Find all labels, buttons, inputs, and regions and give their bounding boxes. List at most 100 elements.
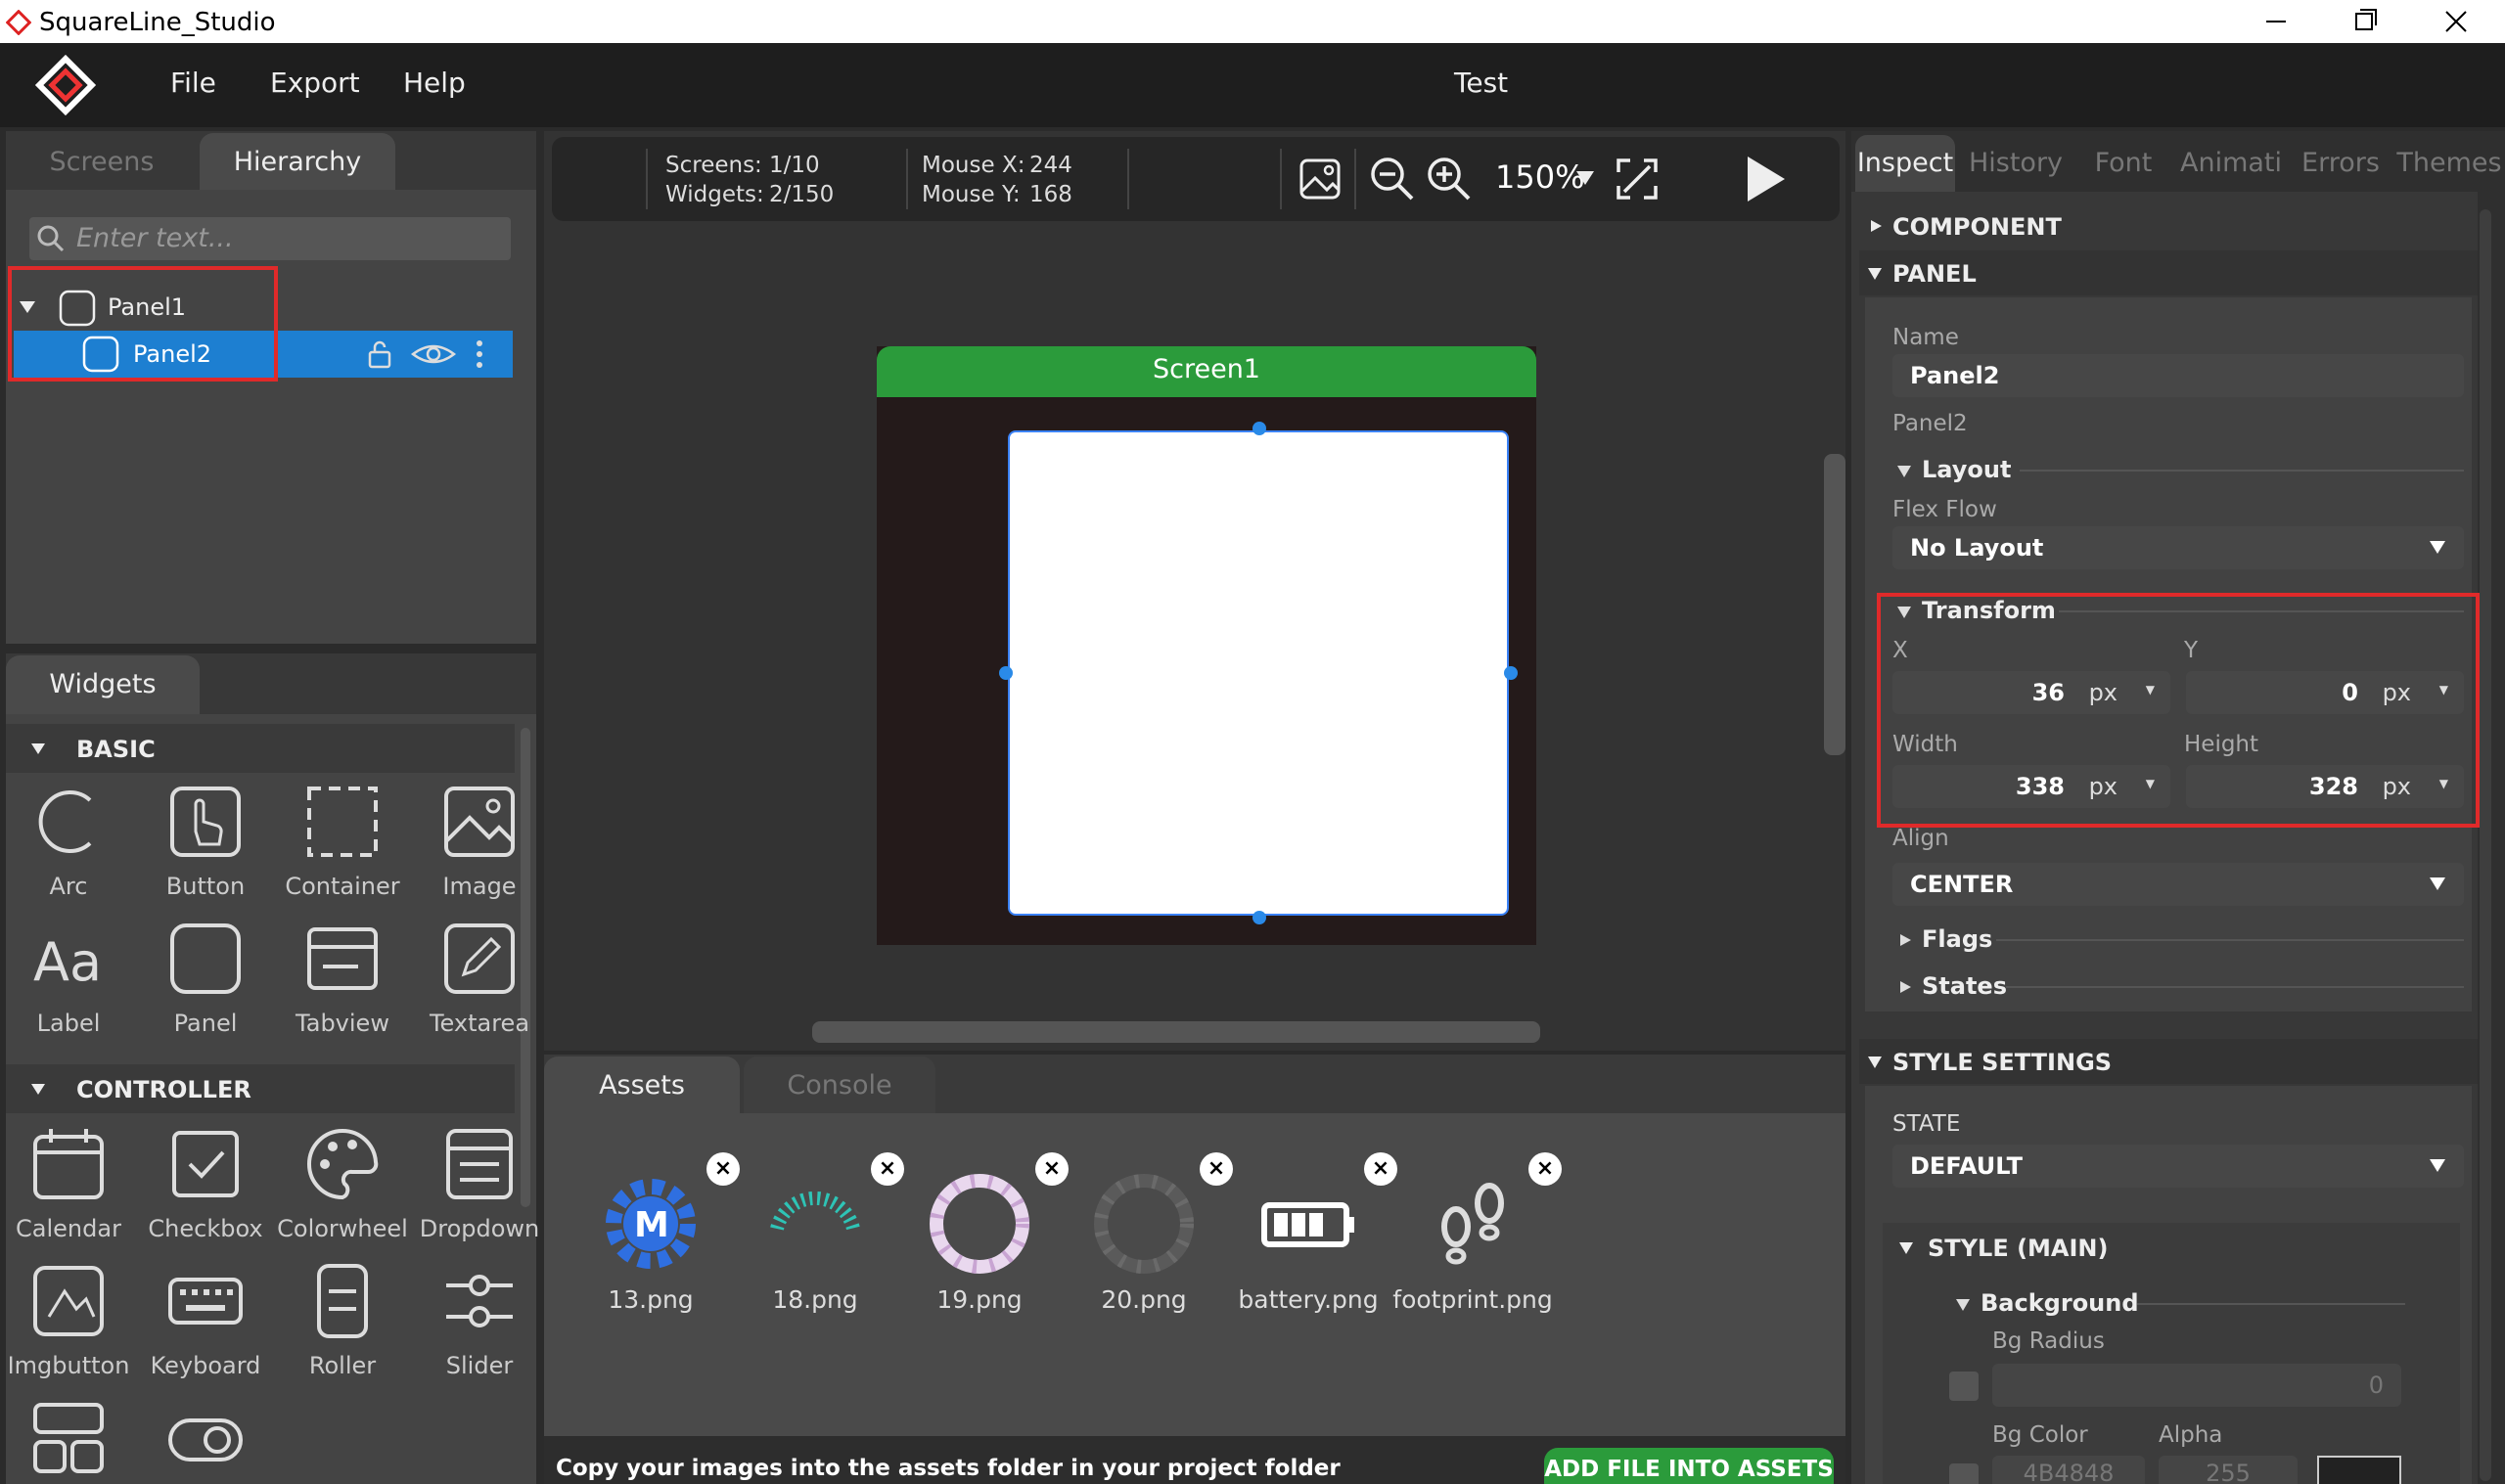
- eye-icon[interactable]: [411, 338, 456, 370]
- states-group-title[interactable]: States: [1922, 972, 2007, 1000]
- asset-item[interactable]: × 20.png: [1061, 1152, 1233, 1317]
- highlight-box-hierarchy: [8, 266, 278, 382]
- unlock-icon[interactable]: [364, 338, 395, 370]
- widget-more-2[interactable]: [137, 1399, 274, 1484]
- component-section-header[interactable]: COMPONENT: [1859, 203, 2478, 247]
- resize-handle-left[interactable]: [999, 666, 1013, 680]
- close-window-button[interactable]: [2411, 0, 2499, 43]
- name-input[interactable]: Panel2: [1892, 354, 2464, 397]
- widget-container[interactable]: Container: [274, 783, 411, 920]
- widget-dropdown[interactable]: Dropdown: [411, 1125, 548, 1262]
- asset-item[interactable]: × footprint.png: [1389, 1152, 1562, 1317]
- menu-help[interactable]: Help: [403, 67, 466, 99]
- tab-screens[interactable]: Screens: [23, 133, 180, 192]
- minimize-button[interactable]: [2231, 0, 2319, 43]
- widget-textarea[interactable]: Textarea: [411, 920, 548, 1057]
- panel2-canvas-object[interactable]: [1008, 430, 1509, 916]
- tab-assets[interactable]: Assets: [544, 1057, 740, 1115]
- canvas-horizontal-scrollbar[interactable]: [812, 1021, 1540, 1043]
- asset-label: footprint.png: [1392, 1285, 1553, 1314]
- screens-count-label: Screens:: [665, 153, 762, 178]
- canvas-vertical-scrollbar[interactable]: [1824, 454, 1845, 755]
- widget-tabview[interactable]: Tabview: [274, 920, 411, 1057]
- asset-item[interactable]: × 18.png: [732, 1152, 904, 1317]
- tab-font[interactable]: Font: [2074, 135, 2172, 192]
- alpha-input[interactable]: 255: [2159, 1456, 2298, 1484]
- zoom-out-icon[interactable]: [1368, 155, 1417, 203]
- widget-arc[interactable]: Arc: [0, 783, 137, 920]
- widget-calendar[interactable]: Calendar: [0, 1125, 137, 1262]
- widget-more-1[interactable]: [0, 1399, 137, 1484]
- resize-handle-bottom[interactable]: [1252, 911, 1266, 924]
- state-label: STATE: [1892, 1111, 1961, 1137]
- tabview-icon: [307, 927, 378, 990]
- collapse-triangle-icon[interactable]: [1896, 464, 1912, 479]
- flags-group-title[interactable]: Flags: [1922, 925, 1992, 953]
- play-icon[interactable]: [1738, 153, 1791, 205]
- asset-item[interactable]: M × 13.png: [568, 1152, 740, 1317]
- asset-item[interactable]: × battery.png: [1225, 1152, 1397, 1317]
- style-main-title[interactable]: STYLE (MAIN): [1928, 1235, 2109, 1262]
- restore-button[interactable]: [2321, 0, 2409, 43]
- style-settings-header[interactable]: STYLE SETTINGS: [1859, 1039, 2478, 1084]
- background-image-icon[interactable]: [1298, 157, 1343, 202]
- component-section-title: COMPONENT: [1892, 213, 2062, 241]
- collapse-triangle-icon[interactable]: [1898, 1240, 1914, 1256]
- align-dropdown[interactable]: CENTER: [1892, 863, 2464, 906]
- resize-handle-top[interactable]: [1252, 422, 1266, 435]
- more-vertical-icon[interactable]: [474, 338, 485, 370]
- squareline-logo-icon[interactable]: [33, 53, 98, 117]
- hierarchy-search-input[interactable]: Enter text...: [29, 217, 511, 260]
- tab-inspect[interactable]: Inspect: [1855, 135, 1955, 192]
- fit-screen-icon[interactable]: [1615, 157, 1660, 202]
- widget-colorwheel[interactable]: Colorwheel: [274, 1125, 411, 1262]
- bg-radius-checkbox[interactable]: [1949, 1372, 1979, 1401]
- widget-image[interactable]: Image: [411, 783, 548, 920]
- tab-hierarchy[interactable]: Hierarchy: [200, 133, 395, 192]
- zoom-in-icon[interactable]: [1425, 155, 1474, 203]
- widget-roller[interactable]: Roller: [274, 1262, 411, 1399]
- resize-handle-right[interactable]: [1504, 666, 1518, 680]
- widget-slider[interactable]: Slider: [411, 1262, 548, 1399]
- section-basic-title: BASIC: [76, 736, 156, 763]
- tab-themes[interactable]: Themes: [2395, 135, 2503, 192]
- tab-animation[interactable]: Animati: [2176, 135, 2286, 192]
- tab-widgets[interactable]: Widgets: [6, 655, 200, 714]
- bg-color-checkbox[interactable]: [1949, 1463, 1979, 1484]
- section-basic-header[interactable]: BASIC: [6, 724, 515, 773]
- asset-item[interactable]: × 19.png: [896, 1152, 1069, 1317]
- section-controller-header[interactable]: CONTROLLER: [6, 1064, 515, 1113]
- widget-label: Textarea: [429, 1010, 530, 1037]
- widget-panel[interactable]: Panel: [137, 920, 274, 1057]
- tab-console[interactable]: Console: [744, 1057, 935, 1115]
- menu-file[interactable]: File: [170, 67, 216, 99]
- flex-flow-dropdown[interactable]: No Layout: [1892, 526, 2464, 569]
- window-title: SquareLine_Studio: [39, 8, 276, 37]
- remove-asset-button[interactable]: ×: [1528, 1152, 1562, 1186]
- state-dropdown[interactable]: DEFAULT: [1892, 1145, 2464, 1188]
- widget-checkbox[interactable]: Checkbox: [137, 1125, 274, 1262]
- menu-export[interactable]: Export: [270, 67, 360, 99]
- widget-label-item[interactable]: Aa Label: [0, 920, 137, 1057]
- flex-flow-value: No Layout: [1910, 534, 2044, 562]
- inspector-scrollbar[interactable]: [2480, 209, 2491, 1481]
- bg-color-swatch[interactable]: [2317, 1456, 2401, 1484]
- bg-color-input[interactable]: 4B4848: [1992, 1456, 2145, 1484]
- add-file-into-assets-button[interactable]: ADD FILE INTO ASSETS: [1544, 1448, 1834, 1484]
- background-group-title[interactable]: Background: [1981, 1289, 2139, 1317]
- zoom-dropdown[interactable]: 150%: [1495, 158, 1594, 202]
- divider: [2006, 986, 2464, 988]
- widget-button[interactable]: Button: [137, 783, 274, 920]
- tab-history[interactable]: History: [1961, 135, 2071, 192]
- widget-imgbutton[interactable]: Imgbutton: [0, 1262, 137, 1399]
- state-value: DEFAULT: [1910, 1152, 2023, 1180]
- expand-triangle-icon[interactable]: [1898, 980, 1912, 994]
- widget-keyboard[interactable]: Keyboard: [137, 1262, 274, 1399]
- collapse-triangle-icon[interactable]: [1955, 1297, 1971, 1313]
- tab-errors[interactable]: Errors: [2290, 135, 2391, 192]
- panel-section-header[interactable]: PANEL: [1859, 250, 2478, 295]
- layout-group-title[interactable]: Layout: [1922, 456, 2011, 483]
- bg-radius-input[interactable]: 0: [1992, 1364, 2401, 1407]
- switch-icon: [168, 1418, 243, 1462]
- expand-triangle-icon[interactable]: [1898, 933, 1912, 947]
